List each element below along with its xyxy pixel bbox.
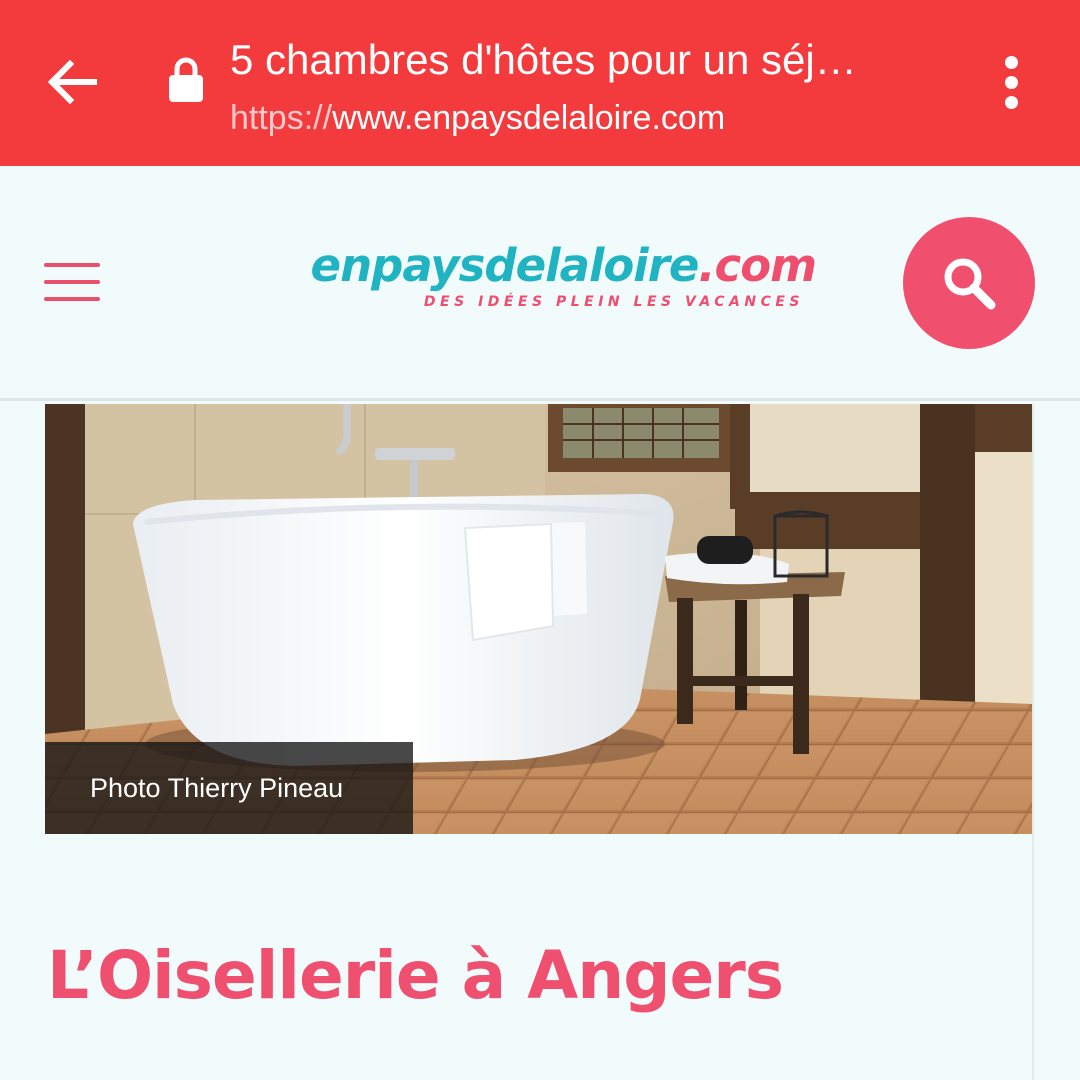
search-icon <box>944 258 996 310</box>
site-logo[interactable]: enpaysdelaloire.com DES IDÉES PLEIN LES … <box>266 239 817 311</box>
menu-dot <box>1004 75 1018 89</box>
back-button[interactable] <box>38 50 106 114</box>
logo-part1: enpaysdelaloire <box>310 239 700 292</box>
search-button[interactable] <box>903 217 1035 349</box>
browser-page-title: 5 chambres d'hôtes pour un séj… <box>230 36 857 83</box>
logo-part2: .com <box>698 239 817 292</box>
site-header: enpaysdelaloire.com DES IDÉES PLEIN LES … <box>0 166 1080 401</box>
article-title[interactable]: L’Oisellerie à Angers <box>47 934 784 1018</box>
more-vert-icon[interactable] <box>986 50 1036 114</box>
url-text: https://www.enpaysdelaloire.com <box>230 98 960 138</box>
hamburger-line <box>44 280 100 284</box>
hamburger-line <box>44 297 100 301</box>
lock-icon <box>169 57 203 102</box>
menu-dot <box>1004 95 1018 109</box>
article-card: L’Oisellerie à Angers <box>45 834 1032 1080</box>
hamburger-menu-icon[interactable] <box>40 258 104 306</box>
logo-tagline: DES IDÉES PLEIN LES VACANCES <box>423 294 804 310</box>
url-scheme: https:// <box>230 99 333 137</box>
url-host: www.enpaysdelaloire.com <box>332 99 726 137</box>
menu-dot <box>1004 55 1018 69</box>
photo-credit: Photo Thierry Pineau <box>45 742 413 834</box>
article-photo[interactable]: Photo Thierry Pineau <box>45 404 1032 834</box>
arrow-back-icon <box>47 59 97 105</box>
content-divider <box>1032 404 1034 1080</box>
url-display[interactable]: 5 chambres d'hôtes pour un séj… https://… <box>230 34 960 138</box>
hamburger-line <box>44 263 100 267</box>
browser-address-bar: 5 chambres d'hôtes pour un séj… https://… <box>0 0 1080 166</box>
logo-wordmark: enpaysdelaloire.com <box>266 239 817 292</box>
